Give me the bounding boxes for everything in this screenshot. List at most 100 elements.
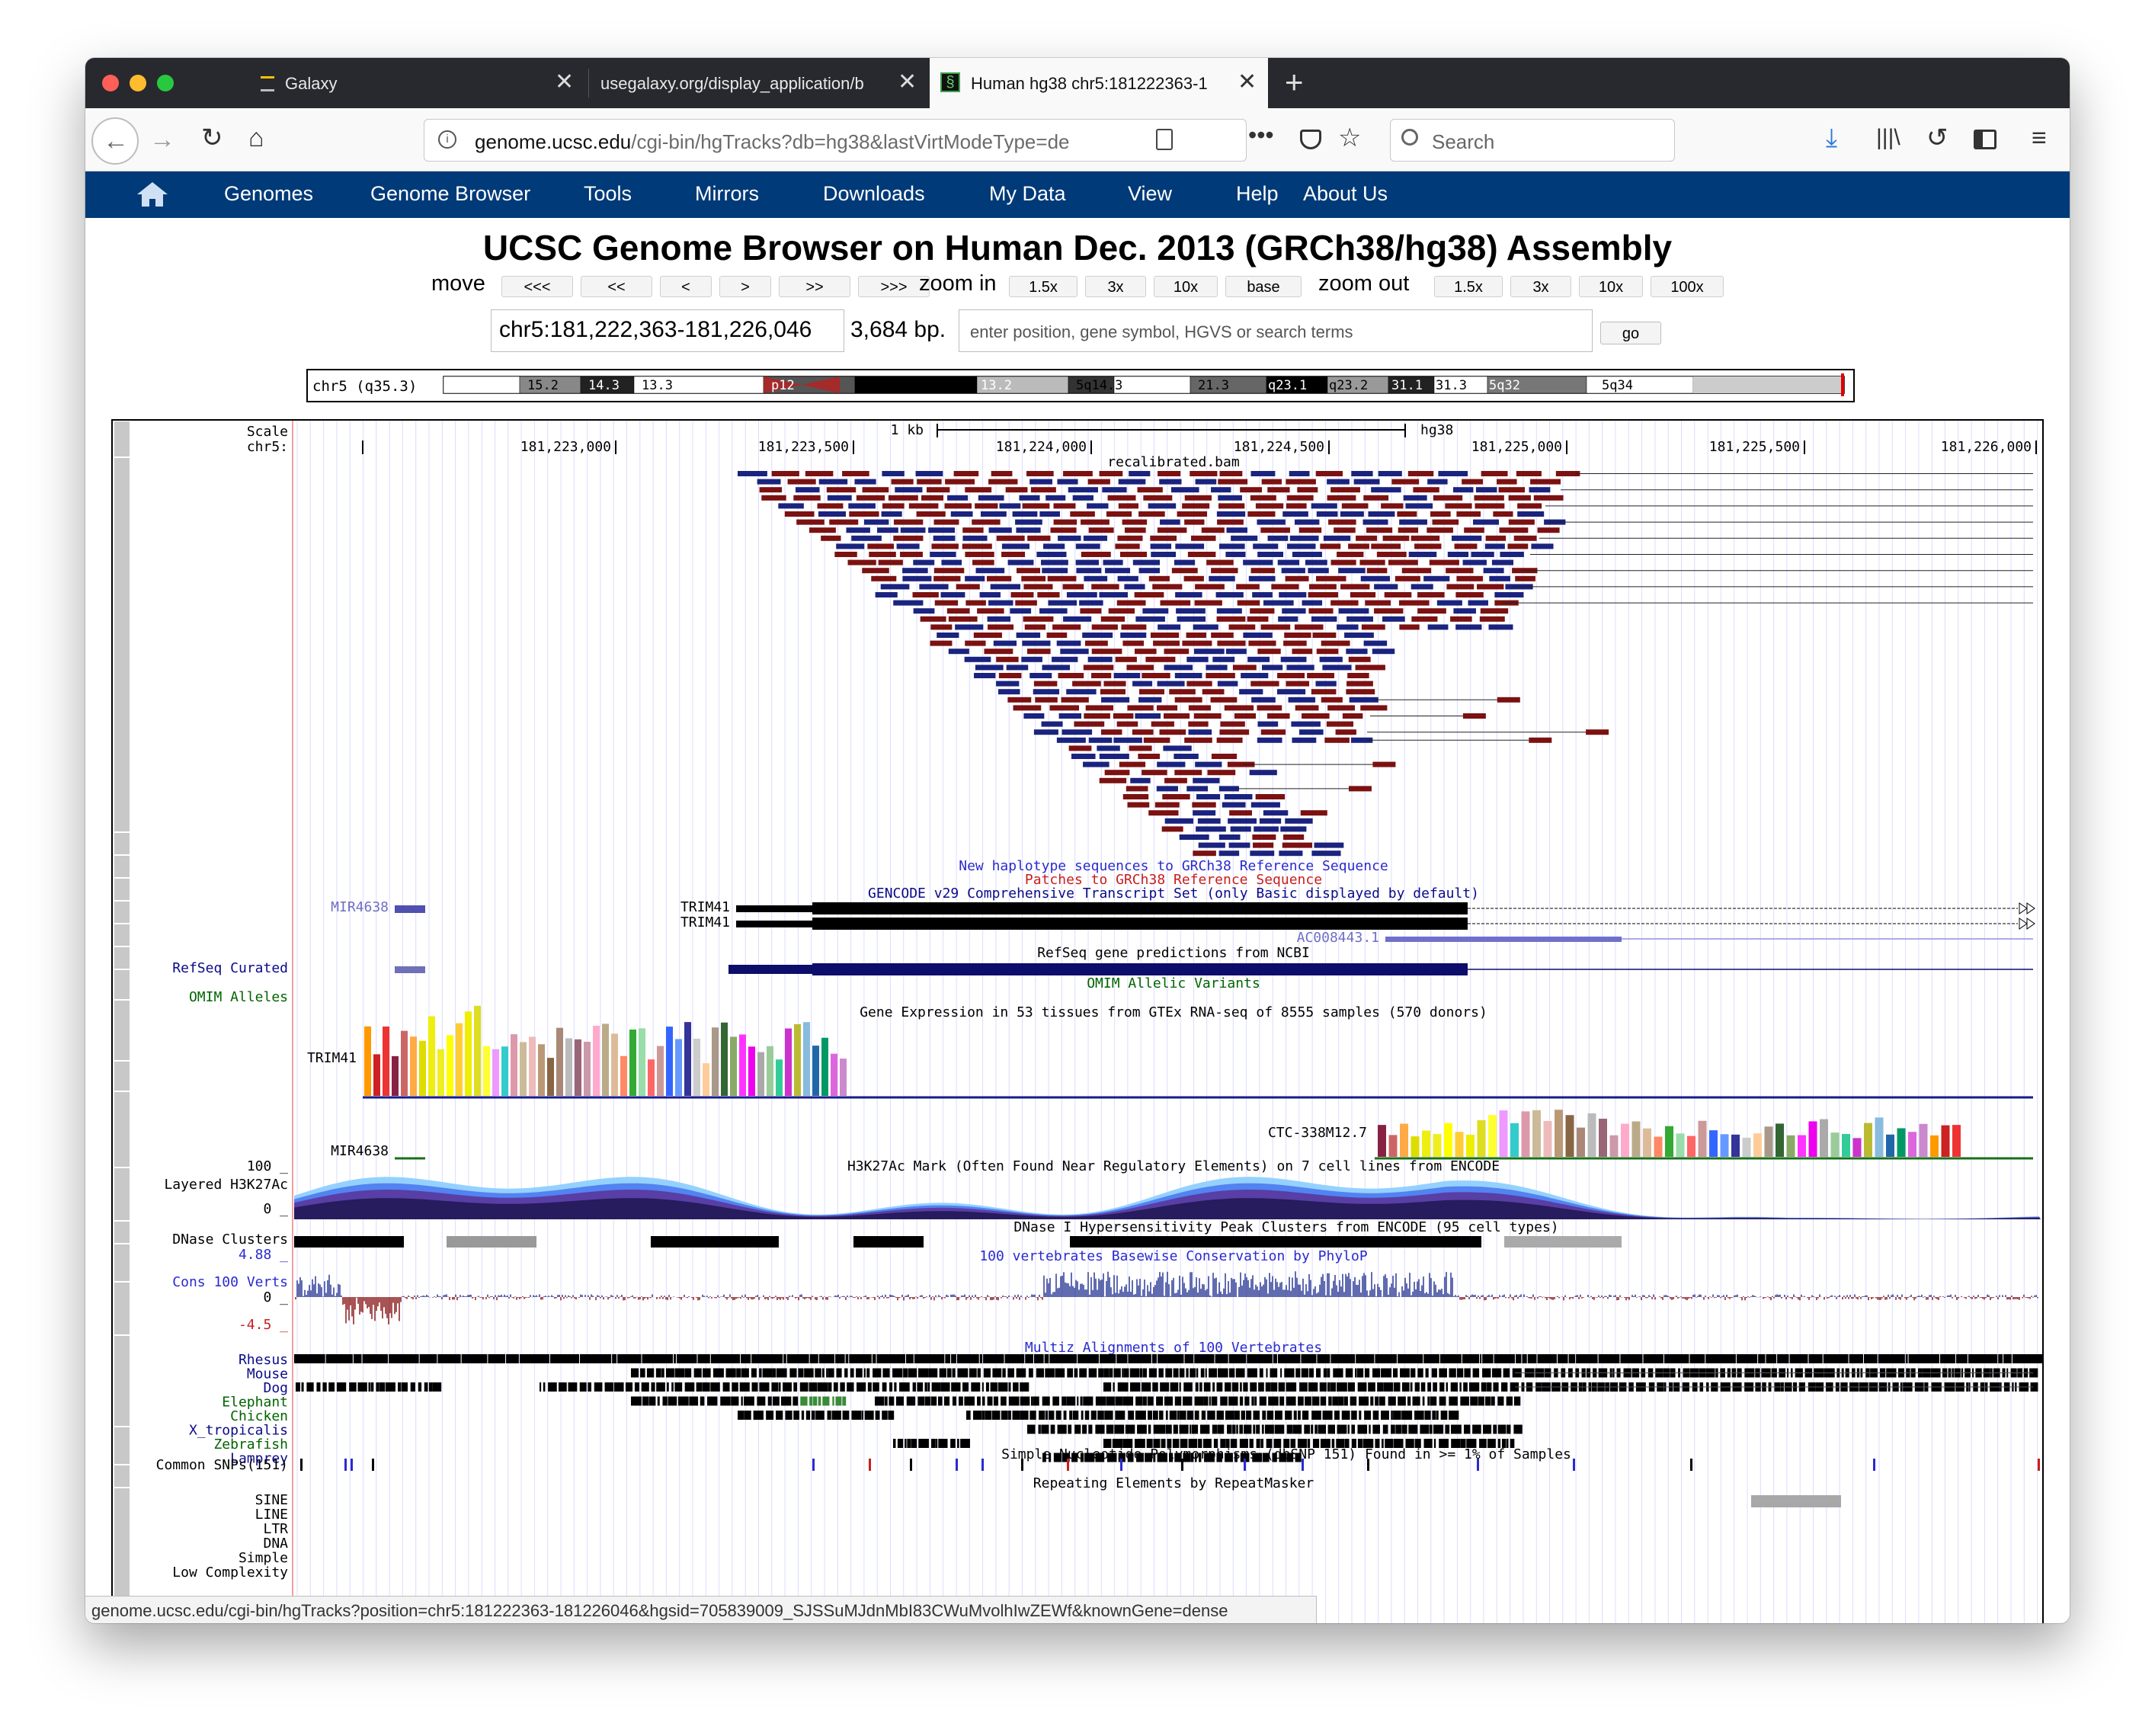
tab-label: usegalaxy.org/display_application/b: [600, 74, 864, 93]
gene-trim41-1[interactable]: TRIM41: [680, 899, 730, 915]
menu-genomes[interactable]: Genomes: [224, 182, 313, 206]
ideogram-band-label: 5q11.2: [866, 378, 913, 393]
browser-search-input[interactable]: Search: [1390, 119, 1675, 162]
chromosome-ideogram[interactable]: chr5 (q35.3) 15.2 14.3 13.3 p12 5q11.2 13.2 5q…: [306, 369, 1855, 402]
new-tab-icon[interactable]: +: [1285, 64, 1304, 101]
cons-track-title: 100 vertebrates Basewise Conservation by…: [979, 1248, 1367, 1264]
download-icon[interactable]: ⤓: [1826, 125, 1837, 151]
position-display[interactable]: chr5:181,222,363-181,226,046: [491, 309, 844, 352]
tab-ucsc-hg38[interactable]: § Human hg38 chr5:181222363-1 ✕: [930, 58, 1268, 108]
h3k27ac-min: 0 _: [263, 1201, 288, 1217]
close-tab-icon[interactable]: ✕: [1238, 69, 1257, 95]
refseq-track-title: RefSeq gene predictions from NCBI: [1037, 945, 1310, 961]
pocket-icon[interactable]: [1300, 130, 1321, 149]
ideogram-band-label: 13.3: [642, 378, 673, 393]
bam-reads[interactable]: [738, 471, 2033, 857]
forward-arrow-icon[interactable]: →: [149, 127, 175, 152]
zoom-out-label: zoom out: [1318, 271, 1410, 296]
zoom-in-3x-button[interactable]: 3x: [1085, 276, 1146, 297]
minimize-window-button[interactable]: [130, 75, 146, 91]
tab-galaxy-display[interactable]: usegalaxy.org/display_application/b ✕: [590, 58, 928, 108]
multiz-track-title: Multiz Alignments of 100 Vertebrates: [1025, 1340, 1322, 1356]
snp-label[interactable]: Common SNPs(151): [156, 1457, 288, 1473]
ideogram-band-label: q23.2: [1329, 378, 1368, 393]
move-label: move: [431, 271, 485, 296]
move-right-small-button[interactable]: >: [719, 276, 771, 297]
cons-label[interactable]: Cons 100 Verts: [172, 1274, 288, 1290]
gtex-gene-ctc[interactable]: CTC-338M12.7: [1268, 1125, 1367, 1141]
sidebar-icon[interactable]: [1974, 130, 1996, 149]
ucsc-menu-bar: Genomes Genome Browser Tools Mirrors Dow…: [85, 171, 2070, 218]
tab-label: Human hg38 chr5:181222363-1: [971, 74, 1208, 93]
reload-icon[interactable]: ↻: [201, 125, 223, 151]
omim-label[interactable]: OMIM Alleles: [189, 989, 288, 1005]
move-left-far-button[interactable]: <<<: [501, 276, 573, 297]
zoom-in-1.5x-button[interactable]: 1.5x: [1009, 276, 1078, 297]
zoom-out-3x-button[interactable]: 3x: [1510, 276, 1571, 297]
bookmark-star-icon[interactable]: ☆: [1338, 125, 1361, 151]
tab-galaxy[interactable]: Galaxy ✕: [247, 58, 585, 108]
menu-about-us[interactable]: About Us: [1303, 182, 1388, 206]
snp-track-title: Simple Nucleotide Polymorphisms (dbSNP 1…: [1001, 1446, 1571, 1462]
back-arrow-icon: ←: [103, 127, 129, 155]
library-icon[interactable]: |||\: [1876, 125, 1900, 151]
menu-my-data[interactable]: My Data: [989, 182, 1066, 206]
status-bar-url: genome.ucsc.edu/cgi-bin/hgTracks?positio…: [85, 1596, 1317, 1623]
hamburger-menu-icon[interactable]: ≡: [2032, 125, 2047, 151]
ideogram-band-label: 15.2: [527, 378, 559, 393]
ideogram-chrom-label: chr5 (q35.3): [312, 378, 417, 395]
go-button[interactable]: go: [1600, 322, 1661, 344]
genome-tracks-panel[interactable]: Scale chr5: 1 kb hg38 181,223,000 181,223…: [111, 419, 2044, 1623]
h3k27ac-label[interactable]: Layered H3K27Ac: [164, 1177, 288, 1193]
menu-genome-browser[interactable]: Genome Browser: [370, 182, 530, 206]
menu-view[interactable]: View: [1128, 182, 1172, 206]
more-icon[interactable]: •••: [1248, 122, 1274, 148]
scale-label: Scale: [247, 424, 288, 440]
menu-help[interactable]: Help: [1236, 182, 1279, 206]
history-icon[interactable]: ↺: [1926, 125, 1948, 151]
zoom-in-base-button[interactable]: base: [1225, 276, 1302, 297]
ideogram-band-label: 31.1: [1391, 378, 1423, 393]
close-tab-icon[interactable]: ✕: [555, 69, 574, 95]
move-right-button[interactable]: >>: [779, 276, 850, 297]
gene-trim41-2[interactable]: TRIM41: [680, 914, 730, 930]
menu-mirrors[interactable]: Mirrors: [695, 182, 759, 206]
ideogram-band-label: 31.3: [1436, 378, 1467, 393]
ucsc-favicon-icon: §: [940, 72, 960, 92]
back-button[interactable]: ←: [91, 117, 139, 165]
gtex-gene-trim41[interactable]: TRIM41: [307, 1050, 357, 1066]
gtex-track-title: Gene Expression in 53 tissues from GTEx …: [860, 1004, 1487, 1020]
home-icon[interactable]: ⌂: [248, 125, 264, 151]
position-search-input[interactable]: enter position, gene symbol, HGVS or sea…: [959, 309, 1593, 352]
rmsk-class-label: DNA: [263, 1536, 288, 1552]
assembly-label: hg38: [1420, 422, 1453, 438]
gene-ac008443[interactable]: AC008443.1: [1297, 930, 1379, 946]
ideogram-band-label: 5q34: [1602, 378, 1633, 393]
ruler-tick-label: 181,225,000: [1471, 439, 1562, 455]
cons-zero: 0 _: [263, 1289, 288, 1305]
menu-downloads[interactable]: Downloads: [823, 182, 925, 206]
dnase-label[interactable]: DNase Clusters: [172, 1232, 288, 1248]
zoom-out-100x-button[interactable]: 100x: [1651, 276, 1724, 297]
move-left-button[interactable]: <<: [581, 276, 652, 297]
close-window-button[interactable]: [102, 75, 119, 91]
rmsk-track-title: Repeating Elements by RepeatMasker: [1033, 1475, 1314, 1491]
rmsk-class-label: Simple: [239, 1550, 288, 1566]
zoom-out-10x-button[interactable]: 10x: [1579, 276, 1643, 297]
zoom-window-button[interactable]: [157, 75, 174, 91]
gtex-gene-mir4638[interactable]: MIR4638: [331, 1143, 389, 1159]
gene-mir4638[interactable]: MIR4638: [331, 899, 389, 915]
ideogram-band-label: 5q14.3: [1076, 378, 1122, 393]
ruler-tick-label: 181,223,500: [758, 439, 849, 455]
url-bar[interactable]: i genome.ucsc.edu/cgi-bin/hgTracks?db=hg…: [424, 119, 1247, 162]
menu-tools[interactable]: Tools: [584, 182, 632, 206]
zoom-in-10x-button[interactable]: 10x: [1154, 276, 1218, 297]
refseq-label[interactable]: RefSeq Curated: [172, 960, 288, 976]
close-tab-icon[interactable]: ✕: [898, 69, 917, 95]
reader-view-icon[interactable]: [1156, 129, 1173, 150]
move-left-small-button[interactable]: <: [660, 276, 712, 297]
ucsc-home-icon[interactable]: [136, 181, 169, 208]
zoom-out-1.5x-button[interactable]: 1.5x: [1434, 276, 1503, 297]
omim-track-title: OMIM Allelic Variants: [1087, 975, 1260, 991]
ideogram-band-label: 14.3: [588, 378, 620, 393]
